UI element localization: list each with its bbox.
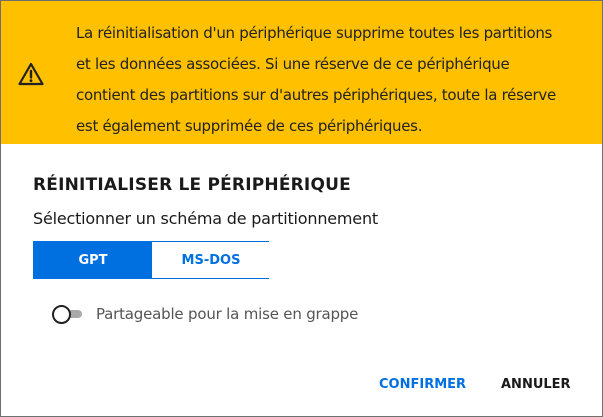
shareable-toggle-label: Partageable pour la mise en grappe bbox=[96, 305, 359, 323]
warning-line: contient des partitions sur d'autres pér… bbox=[76, 86, 556, 104]
gpt-option-button[interactable]: GPT bbox=[34, 242, 152, 278]
shareable-toggle-row: Partageable pour la mise en grappe bbox=[52, 303, 358, 325]
warning-line: est également supprimée de ces périphéri… bbox=[76, 117, 423, 135]
reset-device-dialog: La réinitialisation d'un périphérique su… bbox=[0, 0, 603, 417]
partition-scheme-selector: GPT MS-DOS bbox=[33, 241, 270, 279]
warning-message: La réinitialisation d'un périphérique su… bbox=[76, 18, 586, 142]
toggle-knob bbox=[52, 305, 71, 324]
dialog-title: RÉINITIALISER LE PÉRIPHÉRIQUE bbox=[33, 175, 351, 195]
confirm-button[interactable]: CONFIRMER bbox=[379, 377, 466, 392]
shareable-toggle[interactable] bbox=[52, 304, 84, 324]
warning-triangle-icon bbox=[18, 62, 44, 86]
partition-scheme-label: Sélectionner un schéma de partitionnemen… bbox=[33, 209, 378, 228]
warning-line: et les données associées. Si une réserve… bbox=[76, 55, 510, 73]
cancel-button[interactable]: ANNULER bbox=[501, 377, 571, 392]
msdos-option-button[interactable]: MS-DOS bbox=[152, 242, 270, 278]
warning-banner: La réinitialisation d'un périphérique su… bbox=[1, 1, 602, 144]
warning-line: La réinitialisation d'un périphérique su… bbox=[76, 24, 553, 42]
